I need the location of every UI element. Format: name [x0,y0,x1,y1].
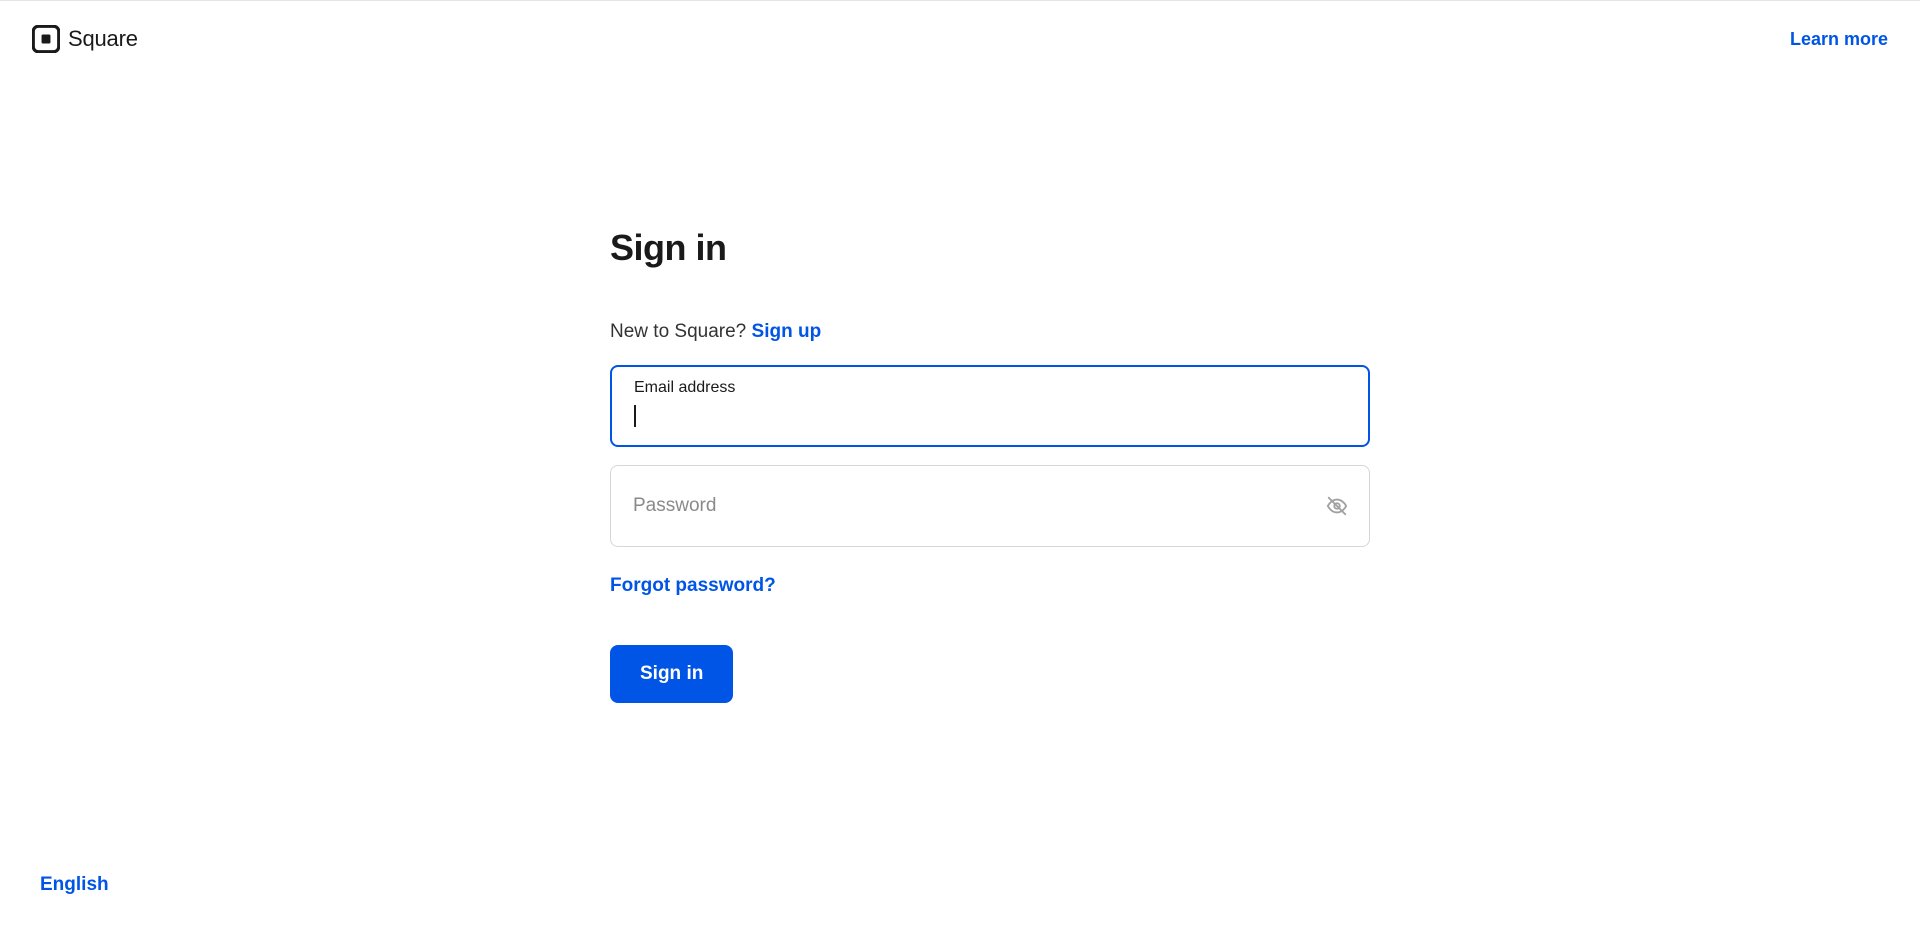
language-selector[interactable]: English [40,874,109,896]
eye-off-icon[interactable] [1325,494,1349,518]
forgot-password-link[interactable]: Forgot password? [610,575,776,597]
email-field-wrapper[interactable]: Email address [610,365,1370,447]
brand-name: Square [68,26,138,52]
email-label: Email address [634,379,735,397]
learn-more-link[interactable]: Learn more [1790,29,1888,50]
signup-prompt: New to Square? Sign up [610,321,1370,343]
signup-link[interactable]: Sign up [752,321,822,342]
email-input[interactable] [634,403,1346,425]
password-field-wrapper[interactable]: Password [610,465,1370,547]
signin-form: Sign in New to Square? Sign up Email add… [610,77,1370,703]
signup-prompt-text: New to Square? [610,321,752,342]
signin-button[interactable]: Sign in [610,645,733,703]
logo[interactable]: Square [32,25,138,53]
page-title: Sign in [610,227,1370,269]
square-logo-icon [32,25,60,53]
header: Square Learn more [0,1,1920,77]
